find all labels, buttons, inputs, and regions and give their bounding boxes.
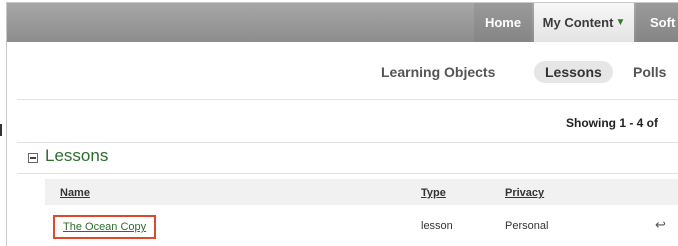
nav-software-label: Soft	[650, 15, 676, 30]
column-header-name[interactable]: Name	[60, 187, 90, 199]
tab-lessons[interactable]: Lessons	[534, 61, 613, 83]
divider	[17, 173, 678, 174]
nav-software[interactable]: Soft	[636, 3, 678, 42]
nav-home[interactable]: Home	[474, 3, 532, 42]
action-arrow-icon[interactable]: ↩	[655, 217, 666, 233]
column-header-type[interactable]: Type	[421, 187, 446, 199]
nav-my-content[interactable]: My Content ▼	[534, 3, 634, 42]
table-header: Name Type Privacy	[45, 179, 678, 205]
column-header-privacy[interactable]: Privacy	[505, 187, 544, 199]
lesson-privacy: Personal	[505, 220, 549, 232]
nav-my-content-label: My Content	[542, 15, 614, 30]
table-row: The Ocean Copy lesson Personal ↩	[45, 207, 678, 243]
app-window: Home My Content ▼ Soft Learning Objects …	[6, 2, 678, 246]
tab-polls-label: Polls	[633, 64, 667, 80]
section-title: Lessons	[45, 146, 109, 165]
tab-learning-objects[interactable]: Learning Objects	[381, 61, 495, 83]
divider	[17, 99, 678, 100]
tab-learning-objects-label: Learning Objects	[381, 64, 496, 80]
tab-polls[interactable]: Polls	[633, 61, 666, 83]
tab-lessons-label: Lessons	[545, 64, 602, 80]
top-nav-bar: Home My Content ▼ Soft	[7, 3, 678, 42]
nav-home-label: Home	[484, 15, 522, 30]
chevron-down-icon: ▼	[615, 17, 626, 28]
text-cursor	[0, 124, 2, 136]
divider	[17, 142, 678, 143]
lesson-name-link[interactable]: The Ocean Copy	[53, 215, 157, 239]
lesson-type: lesson	[421, 220, 453, 232]
results-count: Showing 1 - 4 of	[566, 116, 658, 130]
collapse-minus-icon[interactable]	[28, 153, 38, 163]
